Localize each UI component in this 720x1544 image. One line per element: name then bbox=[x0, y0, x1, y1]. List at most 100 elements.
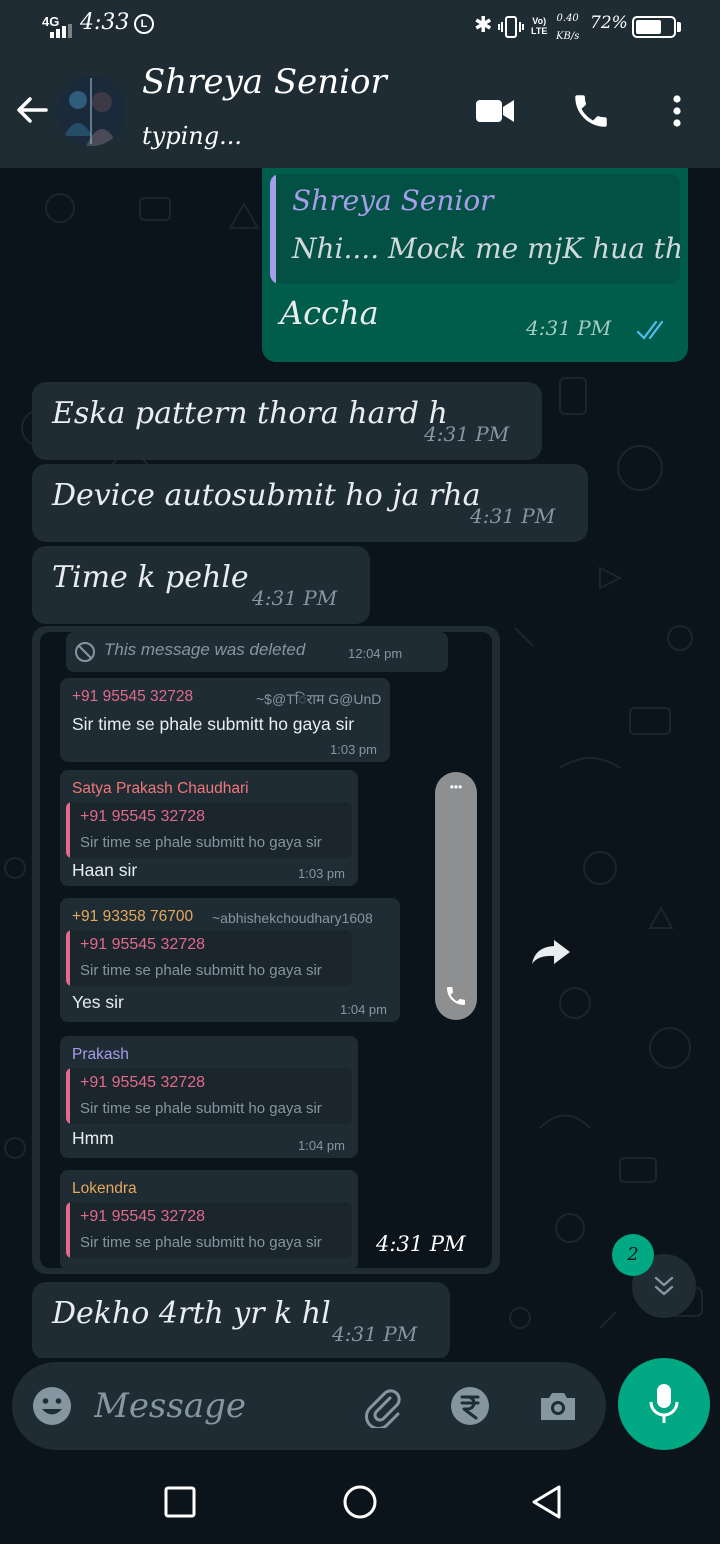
group-quote-text: Sir time se phale submitt ho gaya sir bbox=[80, 1234, 322, 1251]
phone-icon bbox=[447, 987, 465, 1005]
mic-button[interactable] bbox=[618, 1358, 710, 1450]
outgoing-message[interactable]: Shreya Senior Nhi.... Mock me mjK hua th… bbox=[262, 168, 688, 362]
screenshot-scroll-handle: ••• bbox=[435, 772, 477, 1020]
group-quote-bar bbox=[66, 1068, 70, 1124]
deleted-message: This message was deleted 12:04 pm bbox=[66, 632, 448, 672]
message-text: Time k pehle bbox=[52, 560, 249, 595]
mic-icon bbox=[649, 1384, 679, 1423]
deleted-time: 12:04 pm bbox=[348, 646, 403, 661]
scroll-handle-dots: ••• bbox=[449, 780, 463, 794]
volte-line-2: LTE bbox=[531, 26, 548, 36]
incoming-message[interactable]: Dekho 4rth yr k hl 4:31 PM bbox=[32, 1282, 450, 1358]
unread-count-badge: 2 bbox=[612, 1234, 654, 1276]
message-time: 4:31 PM bbox=[526, 316, 612, 340]
quoted-message[interactable]: Shreya Senior Nhi.... Mock me mjK hua th… bbox=[270, 174, 680, 284]
notification-badge-icon: L bbox=[134, 14, 154, 34]
group-message: +91 95545 32728 ~$@Tिराम G@UnD Sir time … bbox=[60, 678, 390, 762]
group-quote-text: Sir time se phale submitt ho gaya sir bbox=[80, 834, 322, 851]
recent-apps-icon[interactable] bbox=[160, 1482, 200, 1522]
group-message-time: 1:03 pm bbox=[330, 742, 377, 757]
paperclip-icon[interactable] bbox=[360, 1384, 404, 1428]
sender-name: Satya Prakash Chaudhari bbox=[72, 780, 249, 797]
incoming-message[interactable]: Time k pehle 4:31 PM bbox=[32, 546, 370, 624]
data-speed-value: 0.40 bbox=[556, 13, 579, 24]
phone-icon[interactable] bbox=[570, 90, 612, 132]
signal-icon bbox=[50, 24, 72, 38]
clock: 4:33 bbox=[80, 10, 130, 35]
group-message-time: 1:03 pm bbox=[298, 866, 345, 881]
sender-name: +91 93358 76700 bbox=[72, 908, 194, 925]
quoted-sender: Shreya Senior bbox=[292, 184, 494, 217]
group-quote-bar bbox=[66, 930, 70, 986]
group-quote-bar bbox=[66, 1202, 70, 1258]
message-text: Device autosubmit ho ja rha bbox=[52, 478, 481, 513]
message-time: 4:31 PM bbox=[332, 1322, 418, 1346]
message-input[interactable] bbox=[94, 1372, 344, 1440]
message-text: Dekho 4rth yr k hl bbox=[52, 1296, 331, 1331]
group-quote: +91 95545 32728 Sir time se phale submit… bbox=[66, 1202, 352, 1258]
contact-name[interactable]: Shreya Senior bbox=[142, 62, 387, 102]
battery-fill bbox=[636, 20, 661, 34]
group-message: Lokendra +91 95545 32728 Sir time se pha… bbox=[60, 1170, 358, 1268]
sender-name: Prakash bbox=[72, 1046, 129, 1063]
camera-icon[interactable] bbox=[536, 1384, 580, 1428]
group-quote-name: +91 95545 32728 bbox=[80, 936, 206, 953]
avatar-image bbox=[56, 76, 126, 146]
group-quote-text: Sir time se phale submitt ho gaya sir bbox=[80, 962, 322, 979]
rupee-icon[interactable] bbox=[448, 1384, 492, 1428]
sender-name: +91 95545 32728 bbox=[72, 688, 194, 705]
group-message: Prakash +91 95545 32728 Sir time se phal… bbox=[60, 1036, 358, 1158]
bluetooth-icon: ✱ bbox=[474, 12, 493, 37]
volte-indicator: Vo) LTE bbox=[531, 16, 547, 36]
group-message-time: 1:04 pm bbox=[298, 1138, 345, 1153]
screenshot-image[interactable]: This message was deleted 12:04 pm +91 95… bbox=[40, 632, 492, 1268]
group-quote: +91 95545 32728 Sir time se phale submit… bbox=[66, 1068, 352, 1124]
sender-alias: ~$@Tिराम G@UnD bbox=[256, 691, 382, 707]
avatar[interactable] bbox=[56, 76, 126, 146]
volte-line-1: Vo) bbox=[532, 16, 547, 26]
data-speed: 0.40 KB/s bbox=[556, 10, 579, 46]
contact-status: typing... bbox=[142, 122, 242, 150]
chat-header: Shreya Senior typing... bbox=[0, 54, 720, 168]
incoming-message[interactable]: Device autosubmit ho ja rha 4:31 PM bbox=[32, 464, 588, 542]
battery-icon bbox=[632, 16, 676, 38]
message-time: 4:31 PM bbox=[252, 586, 338, 610]
group-quote-name: +91 95545 32728 bbox=[80, 1074, 206, 1091]
read-ticks-icon bbox=[636, 320, 664, 340]
chat-area[interactable]: Shreya Senior Nhi.... Mock me mjK hua th… bbox=[0, 168, 720, 1358]
group-quote-name: +91 95545 32728 bbox=[80, 1208, 206, 1225]
forward-icon[interactable] bbox=[526, 934, 574, 970]
group-message-text: Yes sir bbox=[72, 992, 124, 1012]
deleted-text: This message was deleted bbox=[104, 640, 306, 659]
message-time: 4:31 PM bbox=[424, 422, 510, 446]
video-call-icon[interactable] bbox=[474, 90, 516, 132]
group-message-text: Sir time se phale submitt ho gaya sir bbox=[72, 714, 355, 734]
incoming-message[interactable]: Eska pattern thora hard h 4:31 PM bbox=[32, 382, 542, 460]
emoji-icon[interactable] bbox=[30, 1384, 74, 1428]
message-time: 4:31 PM bbox=[376, 1232, 466, 1256]
battery-percent: 72% bbox=[590, 13, 628, 33]
group-quote: +91 95545 32728 Sir time se phale submit… bbox=[66, 930, 352, 986]
battery-tip bbox=[677, 22, 681, 32]
message-time: 4:31 PM bbox=[470, 504, 556, 528]
more-vert-icon[interactable] bbox=[656, 90, 698, 132]
quoted-text: Nhi.... Mock me mjK hua tha bbox=[292, 232, 680, 265]
group-quote-name: +91 95545 32728 bbox=[80, 808, 206, 825]
image-message[interactable]: This message was deleted 12:04 pm +91 95… bbox=[32, 626, 500, 1274]
home-icon[interactable] bbox=[340, 1482, 380, 1522]
sender-name: Lokendra bbox=[72, 1180, 137, 1197]
sender-alias: ~abhishekchoudhary1608 bbox=[212, 910, 373, 926]
message-text: Eska pattern thora hard h bbox=[52, 396, 448, 431]
group-message-text: Haan sir bbox=[72, 860, 138, 880]
group-quote-text: Sir time se phale submitt ho gaya sir bbox=[80, 1100, 322, 1117]
back-nav-icon[interactable] bbox=[526, 1482, 566, 1522]
quote-bar bbox=[270, 174, 276, 284]
arrow-left-icon[interactable] bbox=[12, 90, 52, 130]
group-message-time: 1:04 pm bbox=[340, 1002, 387, 1017]
block-icon bbox=[75, 642, 95, 662]
chevron-double-down-icon bbox=[654, 1276, 674, 1296]
group-message-text: Hmm bbox=[72, 1128, 114, 1148]
system-nav-bar bbox=[0, 1458, 720, 1544]
group-quote: +91 95545 32728 Sir time se phale submit… bbox=[66, 802, 352, 858]
vibrate-icon bbox=[498, 16, 524, 38]
